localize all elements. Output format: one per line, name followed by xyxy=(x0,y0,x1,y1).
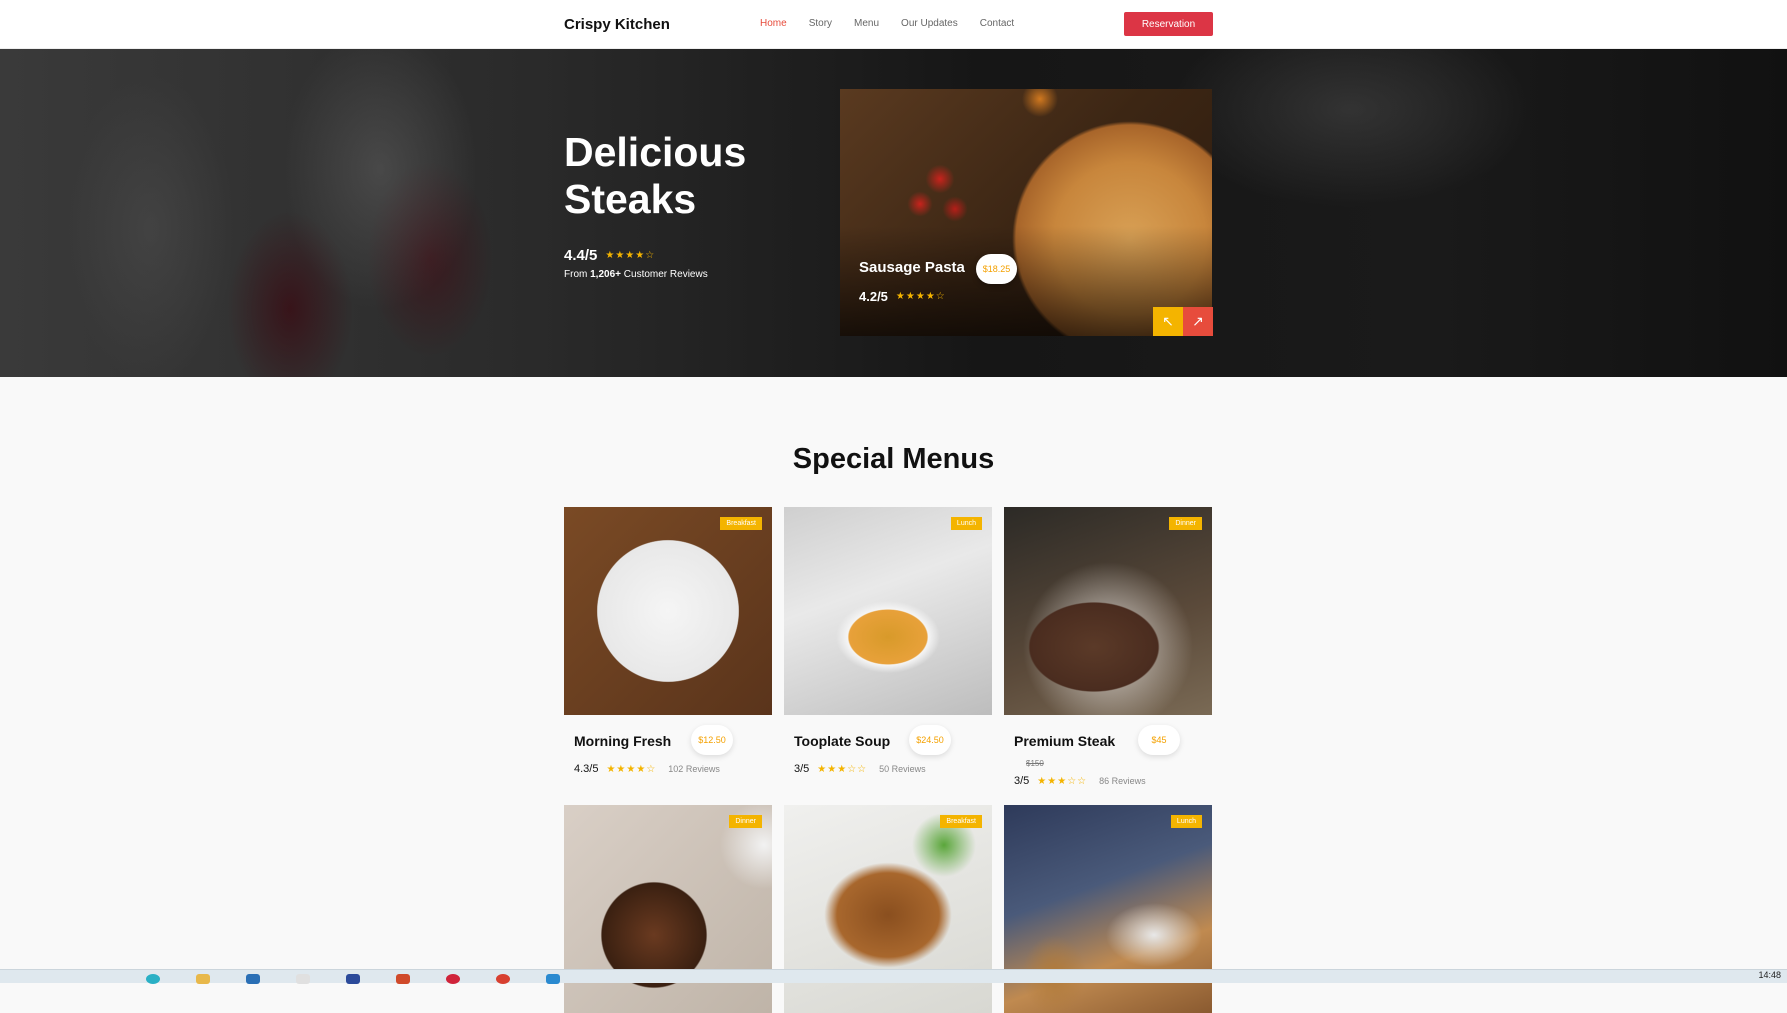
reviews-suffix: Customer Reviews xyxy=(623,269,708,280)
star-icon: ★★★★☆ xyxy=(605,250,656,261)
category-badge: Dinner xyxy=(1169,517,1202,530)
menu-item-price: $12.50 xyxy=(691,725,733,755)
clock[interactable]: 14:48 xyxy=(1758,970,1781,980)
nav-links: Home Story Menu Our Updates Contact xyxy=(760,18,1014,29)
menu-item-name: Premium Steak xyxy=(1014,733,1116,749)
hero-reviews: From 1,206+ Customer Reviews xyxy=(564,269,708,280)
hero-section: Delicious Steaks 4.4/5 ★★★★☆ From 1,206+… xyxy=(0,49,1787,377)
category-badge: Dinner xyxy=(729,815,762,828)
category-badge: Lunch xyxy=(950,517,982,530)
featured-dish-name: Sausage Pasta xyxy=(859,259,965,276)
menu-card-morning-fresh[interactable]: Breakfast Morning Fresh $12.50 4.3/5 ★★★… xyxy=(564,507,772,775)
reviews-prefix: From xyxy=(564,269,588,280)
menu-item-name: Tooplate Soup xyxy=(794,733,891,749)
rating-score: 3/5 xyxy=(1014,775,1030,787)
rating-score: 3/5 xyxy=(794,763,810,775)
review-count: 50 Reviews xyxy=(879,764,926,774)
carousel-next-button[interactable]: ↗ xyxy=(1183,307,1213,336)
menu-item-rating: 3/5 ★★★☆☆ 50 Reviews xyxy=(794,763,926,775)
reservation-button[interactable]: Reservation xyxy=(1124,12,1213,36)
menu-card-premium-steak[interactable]: Dinner Premium Steak $45 $150 3/5 ★★★☆☆ … xyxy=(1004,507,1212,787)
menu-item-price: $24.50 xyxy=(909,725,951,755)
star-icon: ★★★☆☆ xyxy=(1037,775,1088,787)
review-count: 102 Reviews xyxy=(668,764,720,774)
hero-rating-score: 4.4/5 xyxy=(564,247,598,264)
nav-menu[interactable]: Menu xyxy=(854,18,879,29)
featured-dish-price: $18.25 xyxy=(976,254,1017,284)
brand-logo[interactable]: Crispy Kitchen xyxy=(564,16,670,33)
featured-dish-card[interactable]: Sausage Pasta $18.25 4.2/5 ★★★★☆ xyxy=(840,89,1212,336)
featured-dish-rating: 4.2/5 ★★★★☆ xyxy=(859,289,946,304)
nav-updates[interactable]: Our Updates xyxy=(901,18,958,29)
menu-item-rating: 3/5 ★★★☆☆ 86 Reviews xyxy=(1014,775,1146,787)
nav-story[interactable]: Story xyxy=(809,18,832,29)
menu-item-image[interactable]: Breakfast xyxy=(564,507,772,715)
menu-item-image[interactable]: Lunch xyxy=(784,507,992,715)
star-icon: ★★★☆☆ xyxy=(817,763,868,775)
hero-rating: 4.4/5 ★★★★☆ xyxy=(564,247,655,264)
category-badge: Breakfast xyxy=(720,517,762,530)
carousel-prev-button[interactable]: ↖ xyxy=(1153,307,1183,336)
reviews-count: 1,206+ xyxy=(590,269,621,280)
star-icon: ★★★★☆ xyxy=(606,763,657,775)
category-badge: Lunch xyxy=(1170,815,1202,828)
review-count: 86 Reviews xyxy=(1099,776,1146,786)
menu-item-name: Morning Fresh xyxy=(574,733,672,749)
featured-rating-score: 4.2/5 xyxy=(859,289,888,304)
navbar: Crispy Kitchen Home Story Menu Our Updat… xyxy=(0,0,1787,49)
category-badge: Breakfast xyxy=(940,815,982,828)
menu-item-old-price: $150 xyxy=(1026,759,1044,768)
menu-item-rating: 4.3/5 ★★★★☆ 102 Reviews xyxy=(574,763,720,775)
menu-item-image[interactable]: Dinner xyxy=(1004,507,1212,715)
taskbar: 14:48 xyxy=(0,969,1787,984)
rating-score: 4.3/5 xyxy=(574,763,599,775)
hero-title: Delicious Steaks xyxy=(564,129,747,222)
nav-home[interactable]: Home xyxy=(760,18,787,29)
menu-item-price: $45 xyxy=(1138,725,1180,755)
nav-contact[interactable]: Contact xyxy=(980,18,1014,29)
special-menus-title: Special Menus xyxy=(792,443,995,475)
menu-card-tooplate-soup[interactable]: Lunch Tooplate Soup $24.50 3/5 ★★★☆☆ 50 … xyxy=(784,507,992,775)
star-icon: ★★★★☆ xyxy=(895,291,946,302)
